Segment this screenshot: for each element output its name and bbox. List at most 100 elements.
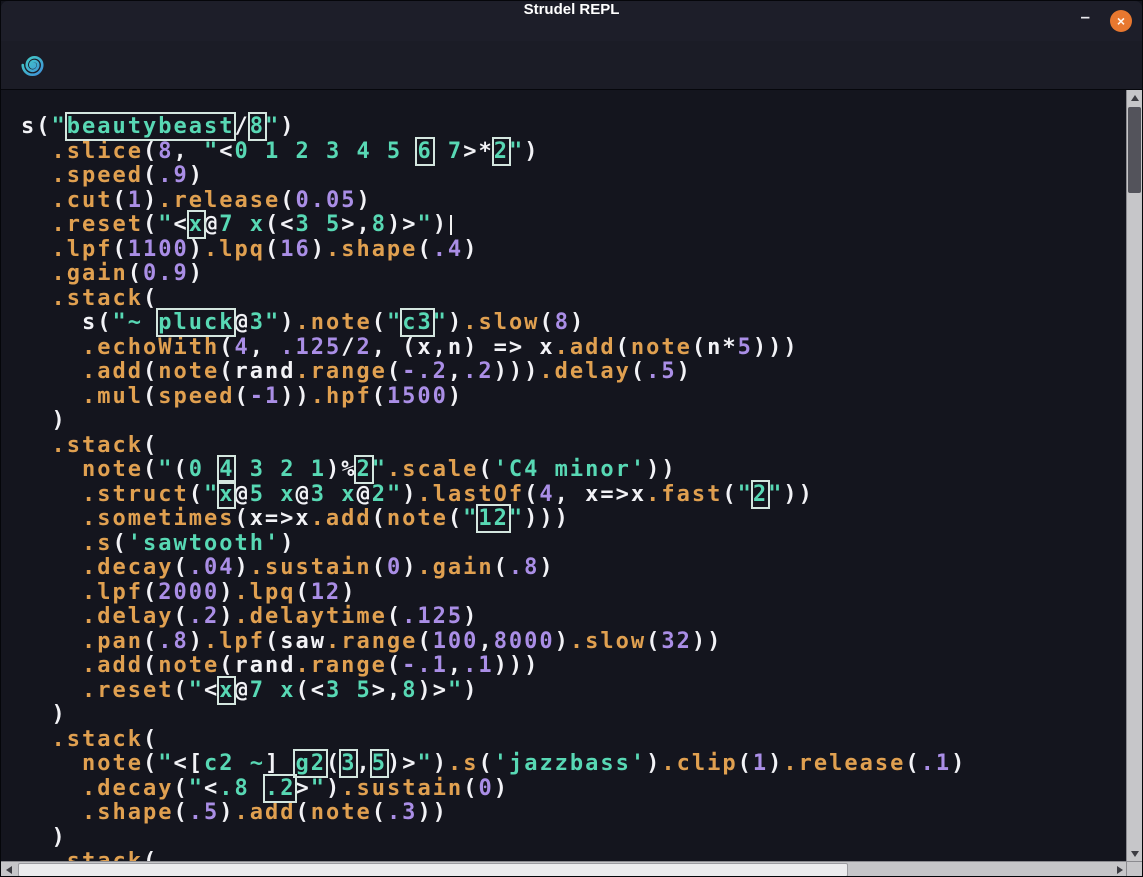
code-line[interactable]: .stack( xyxy=(21,728,1128,753)
code-line[interactable]: note("<[c2 ~] g2(3,5)>").s('jazzbass').c… xyxy=(21,752,1128,777)
triangle-left-icon xyxy=(6,866,12,874)
code-token: ( xyxy=(143,727,158,752)
code-token: )) xyxy=(692,629,723,654)
code-line[interactable]: note("(0 4 3 2 1)%2".scale('C4 minor')) xyxy=(21,458,1128,483)
horizontal-scroll-thumb[interactable] xyxy=(18,863,848,877)
code-line[interactable]: .add(note(rand.range(-.2,.2))).delay(.5) xyxy=(21,360,1128,385)
scroll-left-button[interactable] xyxy=(1,862,17,877)
code-line[interactable]: .lpf(2000).lpq(12) xyxy=(21,581,1128,606)
horizontal-scrollbar[interactable] xyxy=(1,861,1128,877)
code-token: )) xyxy=(783,482,814,507)
code-token: 5 xyxy=(250,482,281,507)
code-line[interactable]: .s('sawtooth') xyxy=(21,532,1128,557)
code-line[interactable]: .echoWith(4, .125/2, (x,n) => x.add(note… xyxy=(21,336,1128,361)
code-line[interactable]: .delay(.2).delaytime(.125) xyxy=(21,605,1128,630)
code-token: ) xyxy=(341,580,356,605)
code-token: * xyxy=(478,139,493,164)
code-token: ( xyxy=(494,555,509,580)
code-token: .add xyxy=(82,653,143,678)
code-token: .s xyxy=(82,531,113,556)
vertical-scrollbar[interactable] xyxy=(1126,90,1142,862)
code-token: ) xyxy=(417,678,432,703)
code-token: ( xyxy=(616,335,631,360)
code-line[interactable]: .add(note(rand.range(-.1,.1))) xyxy=(21,654,1128,679)
code-token: ( xyxy=(143,359,158,384)
code-token: ) xyxy=(387,212,402,237)
code-line[interactable]: .cut(1).release(0.05) xyxy=(21,189,1128,214)
code-line[interactable]: .mul(speed(-1)).hpf(1500) xyxy=(21,385,1128,410)
code-line[interactable]: s("beautybeast/8") xyxy=(21,115,1128,140)
code-token: ) xyxy=(21,825,67,850)
code-token: note xyxy=(631,335,692,360)
code-token: .decay xyxy=(82,776,173,801)
code-token: ) xyxy=(280,114,295,139)
code-line[interactable]: .lpf(1100).lpq(16).shape(.4) xyxy=(21,238,1128,263)
code-line[interactable]: .speed(.9) xyxy=(21,164,1128,189)
code-token: ) xyxy=(280,531,295,556)
code-token: " xyxy=(738,482,753,507)
code-token: 2000 xyxy=(158,580,219,605)
code-token: .reset xyxy=(52,212,143,237)
code-token: .delay xyxy=(82,604,173,629)
code-line[interactable]: .sometimes(x=>x.add(note("12"))) xyxy=(21,507,1128,532)
code-token: ) xyxy=(219,604,234,629)
scroll-up-button[interactable] xyxy=(1127,90,1143,106)
code-line[interactable]: s("~ pluck@3").note("c3").slow(8) xyxy=(21,311,1128,336)
code-token: .speed xyxy=(52,163,143,188)
code-token: 'C4 minor' xyxy=(494,457,646,482)
code-line[interactable]: .shape(.5).add(note(.3)) xyxy=(21,801,1128,826)
code-line[interactable]: .decay(.04).sustain(0).gain(.8) xyxy=(21,556,1128,581)
code-token: .add xyxy=(234,800,295,825)
code-line[interactable]: .decay("<.8 .2>").sustain(0) xyxy=(21,777,1128,802)
code-token: .echoWith xyxy=(82,335,219,360)
code-token: ) xyxy=(219,800,234,825)
code-token: ( xyxy=(219,653,234,678)
code-token: 0 xyxy=(387,555,402,580)
code-token: % xyxy=(341,457,356,482)
code-token: ( xyxy=(265,237,280,262)
code-token: ( xyxy=(143,653,158,678)
code-line[interactable]: .gain(0.9) xyxy=(21,262,1128,287)
code-token: .04 xyxy=(189,555,235,580)
code-token: " xyxy=(417,212,432,237)
triangle-up-icon xyxy=(1131,95,1139,101)
titlebar[interactable]: Strudel REPL – × xyxy=(1,1,1142,41)
code-line[interactable]: ) xyxy=(21,703,1128,728)
active-token: x xyxy=(219,678,234,703)
code-token: > xyxy=(372,678,387,703)
code-line[interactable]: .reset("<x@7 x(<3 5>,8)>") xyxy=(21,679,1128,704)
code-token: " xyxy=(768,482,783,507)
code-token: saw xyxy=(280,629,326,654)
vertical-scroll-thumb[interactable] xyxy=(1128,107,1141,193)
code-token: ( xyxy=(143,286,158,311)
code-token: .note xyxy=(295,310,371,335)
code-line[interactable]: ) xyxy=(21,409,1128,434)
code-line[interactable]: .slice(8, "<0 1 2 3 4 5 6 7>*2") xyxy=(21,140,1128,165)
code-token: .range xyxy=(295,359,386,384)
code-token: , xyxy=(356,751,371,776)
code-token: " xyxy=(311,776,326,801)
code-token: .slow xyxy=(570,629,646,654)
scroll-down-button[interactable] xyxy=(1127,846,1143,862)
code-line[interactable]: ) xyxy=(21,826,1128,851)
code-editor[interactable]: s("beautybeast/8") .slice(8, "<0 1 2 3 4… xyxy=(1,90,1128,862)
code-token: < xyxy=(173,212,188,237)
code-token: ( xyxy=(295,800,310,825)
code-line[interactable]: .reset("<x@7 x(<3 5>,8)>") xyxy=(21,213,1128,238)
code-token: .lpf xyxy=(82,580,143,605)
code-token: ( xyxy=(280,188,295,213)
code-token: -.1 xyxy=(402,653,448,678)
code-line[interactable]: .pan(.8).lpf(saw.range(100,8000).slow(32… xyxy=(21,630,1128,655)
code-token: @ xyxy=(356,482,371,507)
code-token: ( xyxy=(295,678,310,703)
code-line[interactable]: .stack( xyxy=(21,434,1128,459)
code-token: " xyxy=(204,482,219,507)
code-token: note xyxy=(311,800,372,825)
code-token xyxy=(21,433,52,458)
code-token: .delaytime xyxy=(234,604,386,629)
code-line[interactable]: .struct("x@5 x@3 x@2").lastOf(4, x=>x.fa… xyxy=(21,483,1128,508)
minimize-button[interactable]: – xyxy=(1077,12,1094,30)
code-line[interactable]: .stack( xyxy=(21,287,1128,312)
close-button[interactable]: × xyxy=(1110,10,1132,32)
strudel-logo-icon[interactable] xyxy=(19,50,49,80)
